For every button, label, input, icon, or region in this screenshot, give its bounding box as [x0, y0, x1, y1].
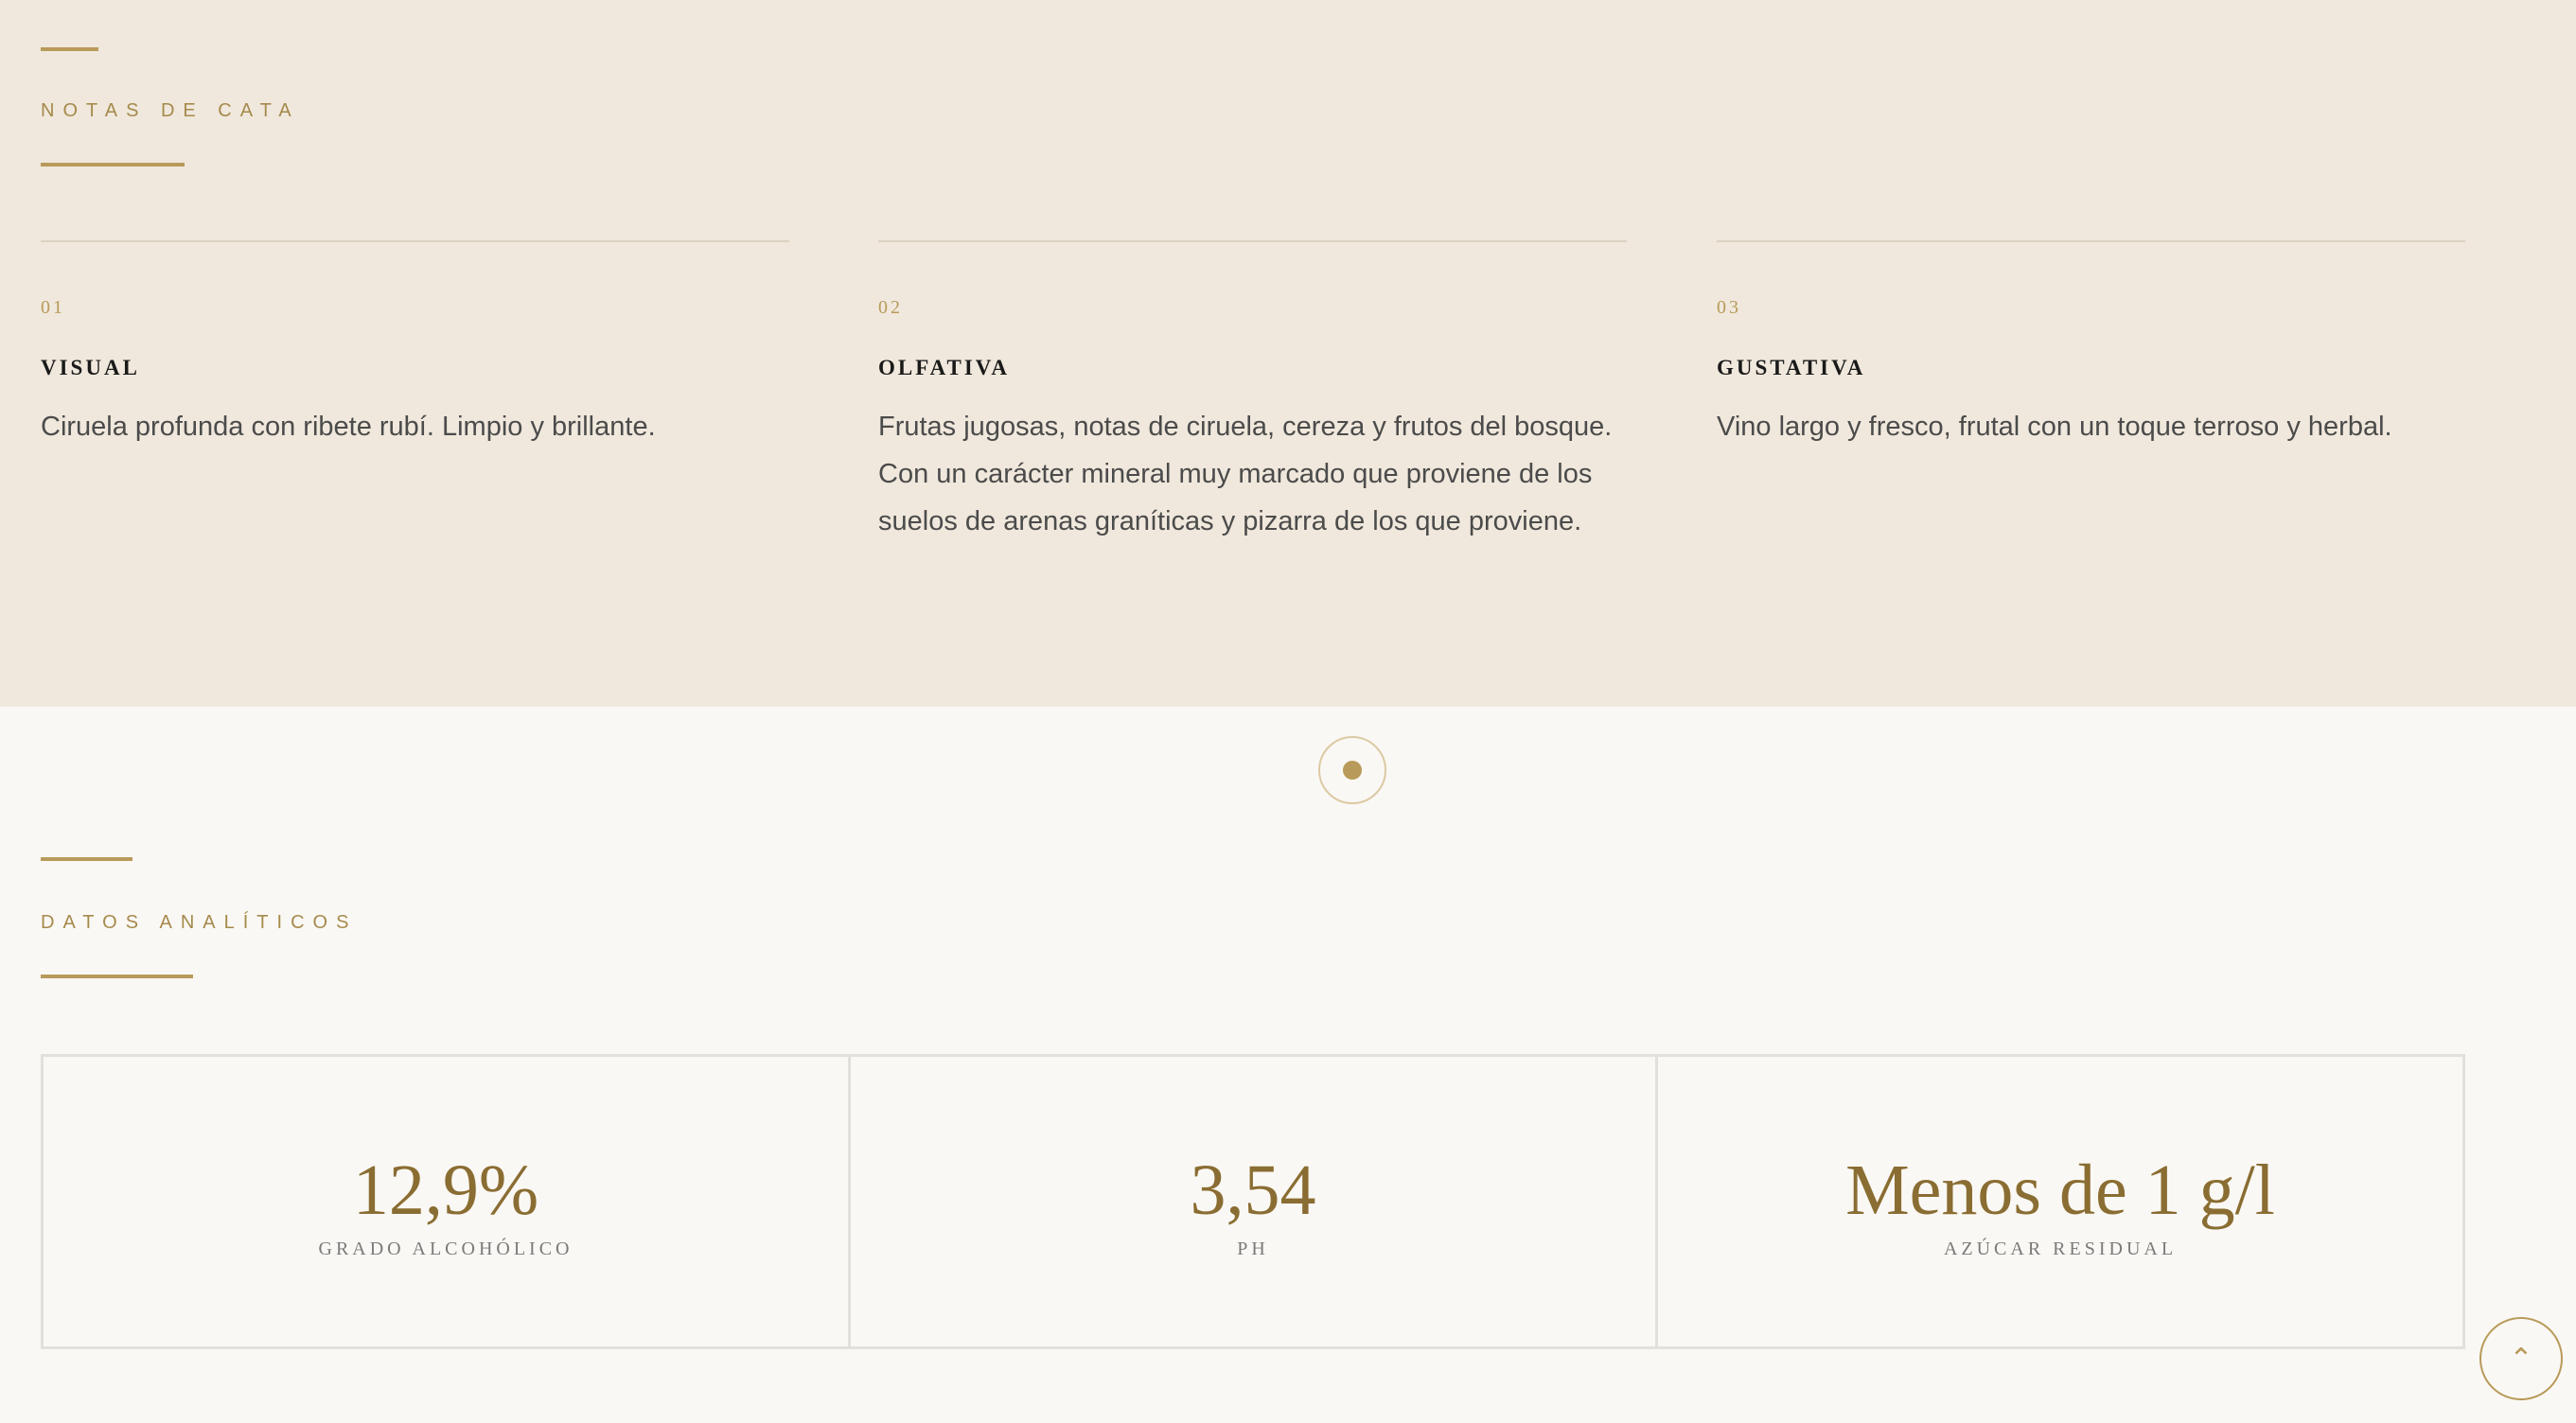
chevron-up-icon: ⌃ [2509, 1343, 2533, 1375]
tasting-column-gustativa: 03 GUSTATIVA Vino largo y fresco, frutal… [1717, 240, 2465, 450]
stat-residual-sugar: Menos de 1 g/l AZÚCAR RESIDUAL [1658, 1057, 2462, 1346]
stat-value: 12,9% [352, 1151, 539, 1230]
tasting-column-visual: 01 VISUAL Ciruela profunda con ribete ru… [41, 240, 789, 450]
stats-grid: 12,9% GRADO ALCOHÓLICO 3,54 PH Menos de … [41, 1054, 2465, 1349]
column-divider [878, 240, 1627, 242]
column-title: GUSTATIVA [1717, 356, 1866, 379]
column-number: 01 [41, 297, 65, 318]
stat-value: Menos de 1 g/l [1845, 1151, 2275, 1230]
section-kicker: DATOS ANALÍTICOS [41, 912, 358, 933]
column-number: 03 [1717, 297, 1741, 318]
column-divider [41, 240, 789, 242]
section-divider-ornament [1318, 736, 1386, 804]
kicker-top-rule [41, 47, 98, 51]
kicker-bottom-rule [41, 163, 185, 167]
section-kicker: NOTAS DE CATA [41, 100, 300, 121]
column-text: Ciruela profunda con ribete rubí. Limpio… [41, 412, 656, 442]
stat-label: GRADO ALCOHÓLICO [318, 1239, 573, 1259]
column-number: 02 [878, 297, 903, 318]
column-divider [1717, 240, 2465, 242]
column-title: VISUAL [41, 356, 140, 379]
stat-ph: 3,54 PH [851, 1057, 1658, 1346]
kicker-bottom-rule [41, 975, 193, 978]
tasting-column-olfativa: 02 OLFATIVA Frutas jugosas, notas de cir… [878, 240, 1627, 545]
kicker-top-rule [41, 857, 132, 861]
tasting-notes-section: NOTAS DE CATA 01 VISUAL Ciruela profunda… [0, 0, 2576, 707]
column-title: OLFATIVA [878, 356, 1011, 379]
scroll-to-top-button[interactable]: ⌃ [2479, 1317, 2563, 1400]
stat-label: PH [1237, 1239, 1269, 1259]
stat-value: 3,54 [1190, 1151, 1316, 1230]
column-text: Frutas jugosas, notas de ciruela, cereza… [878, 412, 1613, 536]
stat-alcohol: 12,9% GRADO ALCOHÓLICO [44, 1057, 851, 1346]
column-text: Vino largo y fresco, frutal con un toque… [1717, 412, 2392, 442]
stat-label: AZÚCAR RESIDUAL [1943, 1239, 2178, 1259]
